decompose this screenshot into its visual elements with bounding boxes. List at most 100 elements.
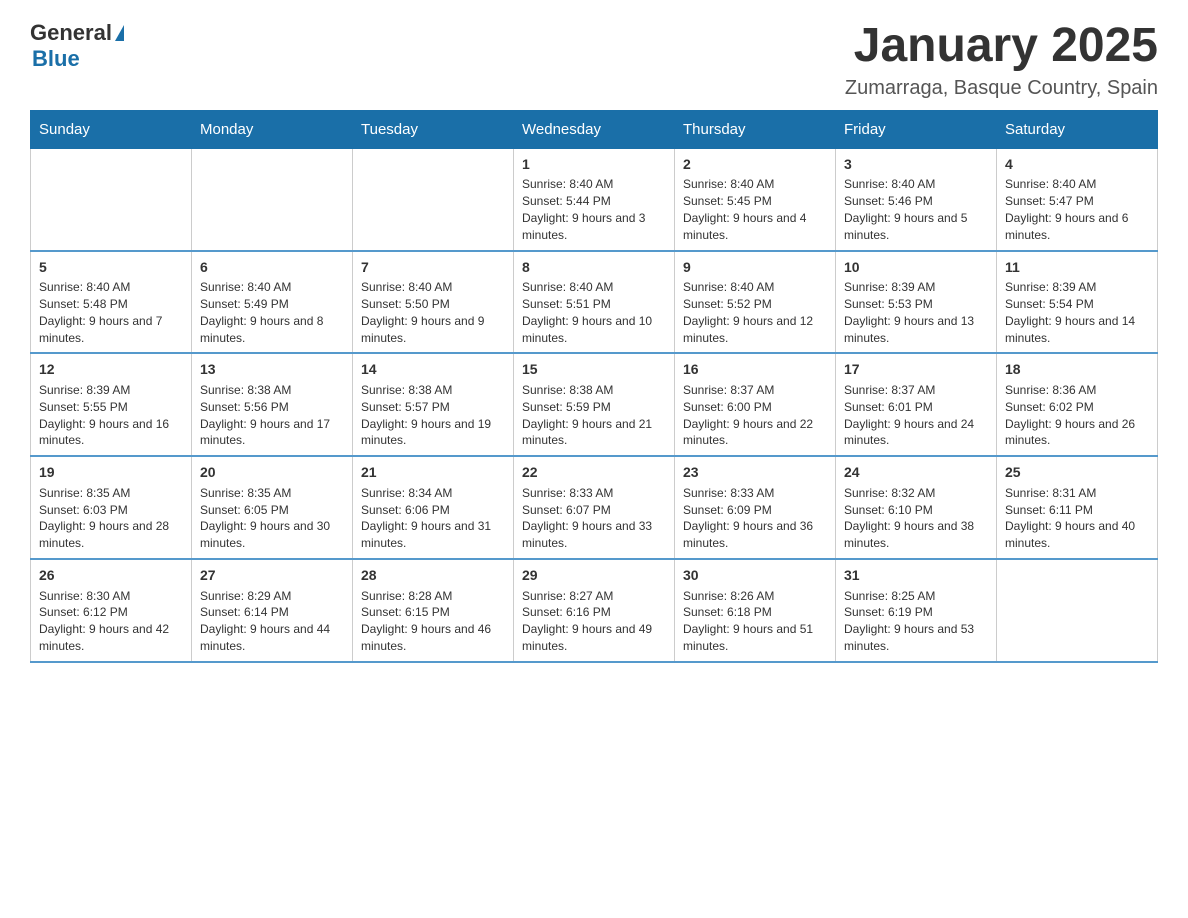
day-info: Daylight: 9 hours and 10 minutes.: [522, 313, 666, 347]
day-number: 22: [522, 463, 666, 483]
day-info: Daylight: 9 hours and 51 minutes.: [683, 621, 827, 655]
calendar-cell: 1Sunrise: 8:40 AMSunset: 5:44 PMDaylight…: [514, 148, 675, 250]
calendar-cell: 13Sunrise: 8:38 AMSunset: 5:56 PMDayligh…: [192, 353, 353, 456]
day-number: 11: [1005, 258, 1149, 278]
calendar-cell: [31, 148, 192, 250]
day-info: Sunset: 5:48 PM: [39, 296, 183, 313]
calendar-cell: 17Sunrise: 8:37 AMSunset: 6:01 PMDayligh…: [836, 353, 997, 456]
day-info: Sunrise: 8:40 AM: [1005, 176, 1149, 193]
day-info: Sunrise: 8:36 AM: [1005, 382, 1149, 399]
day-info: Sunset: 6:14 PM: [200, 604, 344, 621]
calendar-cell: 15Sunrise: 8:38 AMSunset: 5:59 PMDayligh…: [514, 353, 675, 456]
day-info: Daylight: 9 hours and 31 minutes.: [361, 518, 505, 552]
day-info: Sunrise: 8:27 AM: [522, 588, 666, 605]
day-of-week-header: Monday: [192, 110, 353, 148]
day-info: Daylight: 9 hours and 8 minutes.: [200, 313, 344, 347]
location: Zumarraga, Basque Country, Spain: [845, 77, 1158, 100]
day-info: Sunrise: 8:38 AM: [361, 382, 505, 399]
day-info: Sunrise: 8:29 AM: [200, 588, 344, 605]
day-info: Daylight: 9 hours and 17 minutes.: [200, 416, 344, 450]
day-info: Daylight: 9 hours and 16 minutes.: [39, 416, 183, 450]
calendar-cell: 6Sunrise: 8:40 AMSunset: 5:49 PMDaylight…: [192, 251, 353, 354]
title-section: January 2025 Zumarraga, Basque Country, …: [845, 20, 1158, 100]
calendar-week-row: 26Sunrise: 8:30 AMSunset: 6:12 PMDayligh…: [31, 559, 1158, 662]
calendar-week-row: 12Sunrise: 8:39 AMSunset: 5:55 PMDayligh…: [31, 353, 1158, 456]
day-number: 30: [683, 566, 827, 586]
day-info: Sunset: 5:56 PM: [200, 399, 344, 416]
day-info: Daylight: 9 hours and 4 minutes.: [683, 210, 827, 244]
day-info: Sunset: 5:57 PM: [361, 399, 505, 416]
day-info: Sunset: 6:06 PM: [361, 502, 505, 519]
calendar-cell: 9Sunrise: 8:40 AMSunset: 5:52 PMDaylight…: [675, 251, 836, 354]
calendar-cell: 19Sunrise: 8:35 AMSunset: 6:03 PMDayligh…: [31, 456, 192, 559]
day-info: Sunset: 6:01 PM: [844, 399, 988, 416]
day-info: Daylight: 9 hours and 9 minutes.: [361, 313, 505, 347]
day-info: Sunrise: 8:37 AM: [844, 382, 988, 399]
calendar-cell: 7Sunrise: 8:40 AMSunset: 5:50 PMDaylight…: [353, 251, 514, 354]
calendar-cell: 2Sunrise: 8:40 AMSunset: 5:45 PMDaylight…: [675, 148, 836, 250]
day-info: Sunrise: 8:39 AM: [1005, 279, 1149, 296]
day-info: Sunrise: 8:30 AM: [39, 588, 183, 605]
day-number: 7: [361, 258, 505, 278]
day-number: 12: [39, 360, 183, 380]
day-of-week-header: Sunday: [31, 110, 192, 148]
day-info: Sunset: 6:16 PM: [522, 604, 666, 621]
day-info: Sunrise: 8:35 AM: [39, 485, 183, 502]
day-info: Sunrise: 8:40 AM: [39, 279, 183, 296]
day-of-week-header: Wednesday: [514, 110, 675, 148]
day-number: 29: [522, 566, 666, 586]
day-info: Sunset: 6:11 PM: [1005, 502, 1149, 519]
day-number: 6: [200, 258, 344, 278]
day-info: Sunset: 6:10 PM: [844, 502, 988, 519]
day-info: Daylight: 9 hours and 36 minutes.: [683, 518, 827, 552]
logo: General Blue: [30, 20, 124, 72]
day-number: 1: [522, 155, 666, 175]
day-number: 14: [361, 360, 505, 380]
logo-triangle: [115, 25, 124, 41]
day-info: Sunrise: 8:40 AM: [361, 279, 505, 296]
calendar-cell: [997, 559, 1158, 662]
day-info: Sunrise: 8:37 AM: [683, 382, 827, 399]
day-number: 9: [683, 258, 827, 278]
calendar-cell: 23Sunrise: 8:33 AMSunset: 6:09 PMDayligh…: [675, 456, 836, 559]
day-info: Daylight: 9 hours and 42 minutes.: [39, 621, 183, 655]
day-of-week-header: Saturday: [997, 110, 1158, 148]
day-info: Sunrise: 8:32 AM: [844, 485, 988, 502]
calendar-cell: 20Sunrise: 8:35 AMSunset: 6:05 PMDayligh…: [192, 456, 353, 559]
day-info: Sunset: 6:07 PM: [522, 502, 666, 519]
day-info: Sunrise: 8:40 AM: [683, 279, 827, 296]
day-number: 10: [844, 258, 988, 278]
day-info: Sunrise: 8:34 AM: [361, 485, 505, 502]
day-info: Sunset: 6:09 PM: [683, 502, 827, 519]
day-info: Sunrise: 8:40 AM: [200, 279, 344, 296]
calendar-cell: 31Sunrise: 8:25 AMSunset: 6:19 PMDayligh…: [836, 559, 997, 662]
calendar-cell: 26Sunrise: 8:30 AMSunset: 6:12 PMDayligh…: [31, 559, 192, 662]
calendar-week-row: 5Sunrise: 8:40 AMSunset: 5:48 PMDaylight…: [31, 251, 1158, 354]
day-number: 19: [39, 463, 183, 483]
day-info: Daylight: 9 hours and 22 minutes.: [683, 416, 827, 450]
day-number: 25: [1005, 463, 1149, 483]
calendar-week-row: 19Sunrise: 8:35 AMSunset: 6:03 PMDayligh…: [31, 456, 1158, 559]
day-info: Daylight: 9 hours and 24 minutes.: [844, 416, 988, 450]
day-info: Daylight: 9 hours and 13 minutes.: [844, 313, 988, 347]
day-info: Sunset: 6:15 PM: [361, 604, 505, 621]
calendar-header-row: SundayMondayTuesdayWednesdayThursdayFrid…: [31, 110, 1158, 148]
day-info: Daylight: 9 hours and 21 minutes.: [522, 416, 666, 450]
day-info: Sunrise: 8:39 AM: [844, 279, 988, 296]
day-info: Sunset: 6:00 PM: [683, 399, 827, 416]
day-number: 20: [200, 463, 344, 483]
day-info: Daylight: 9 hours and 28 minutes.: [39, 518, 183, 552]
day-info: Daylight: 9 hours and 40 minutes.: [1005, 518, 1149, 552]
calendar-cell: 14Sunrise: 8:38 AMSunset: 5:57 PMDayligh…: [353, 353, 514, 456]
calendar-cell: 11Sunrise: 8:39 AMSunset: 5:54 PMDayligh…: [997, 251, 1158, 354]
day-number: 13: [200, 360, 344, 380]
day-info: Sunset: 5:47 PM: [1005, 193, 1149, 210]
day-info: Sunrise: 8:40 AM: [844, 176, 988, 193]
day-number: 8: [522, 258, 666, 278]
calendar-cell: 28Sunrise: 8:28 AMSunset: 6:15 PMDayligh…: [353, 559, 514, 662]
day-number: 4: [1005, 155, 1149, 175]
day-info: Sunset: 5:55 PM: [39, 399, 183, 416]
day-info: Sunrise: 8:33 AM: [683, 485, 827, 502]
day-info: Sunset: 5:51 PM: [522, 296, 666, 313]
day-info: Sunrise: 8:40 AM: [522, 176, 666, 193]
